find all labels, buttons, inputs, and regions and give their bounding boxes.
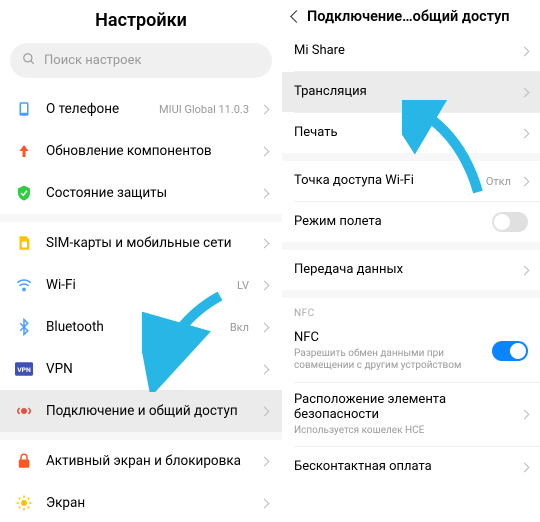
- row-label: О телефоне: [46, 101, 147, 117]
- chevron-right-icon: [260, 238, 270, 248]
- row-label: Bluetooth: [46, 319, 218, 335]
- row-secure-element[interactable]: Расположение элемента безопасности Испол…: [282, 383, 540, 447]
- row-display-lock[interactable]: Активный экран и блокировка: [0, 440, 282, 482]
- lock-icon: [14, 451, 34, 471]
- connection-icon: [14, 401, 34, 421]
- connection-share-panel: Подключение…общий доступ Mi Share Трансл…: [282, 0, 540, 522]
- row-print[interactable]: Печать: [282, 113, 540, 153]
- svg-text:VPN: VPN: [17, 366, 31, 374]
- row-label: Активный экран и блокировка: [46, 453, 249, 469]
- sun-icon: [14, 493, 34, 513]
- row-airplane[interactable]: Режим полета: [282, 202, 540, 242]
- chevron-right-icon: [520, 265, 530, 275]
- row-screen[interactable]: Экран: [0, 482, 282, 522]
- row-wifi[interactable]: Wi-Fi LV: [0, 264, 282, 306]
- row-label: Печать: [294, 125, 511, 141]
- row-sim[interactable]: SIM-карты и мобильные сети: [0, 222, 282, 264]
- chevron-right-icon: [260, 104, 270, 114]
- row-label: Подключение и общий доступ: [46, 403, 249, 419]
- row-label: Обновление компонентов: [46, 143, 249, 159]
- shield-icon: [14, 183, 34, 203]
- row-label: SIM-карты и мобильные сети: [46, 235, 249, 251]
- row-about[interactable]: О телефоне MIUI Global 11.0.3: [0, 88, 282, 130]
- row-label: VPN: [46, 361, 249, 377]
- row-security[interactable]: Состояние защиты: [0, 172, 282, 214]
- row-value: MIUI Global 11.0.3: [159, 103, 249, 116]
- divider: [0, 214, 282, 222]
- chevron-right-icon: [260, 498, 270, 508]
- row-update[interactable]: Обновление компонентов: [0, 130, 282, 172]
- row-subtitle: Разрешить обмен данными при совмещении с…: [294, 348, 482, 373]
- nfc-toggle[interactable]: [492, 341, 528, 361]
- row-label: Передача данных: [294, 262, 511, 278]
- page-title: Настройки: [0, 0, 282, 39]
- chevron-right-icon: [520, 176, 530, 186]
- row-label: Wi-Fi: [46, 277, 225, 293]
- row-label: Режим полета: [294, 214, 482, 230]
- row-subtitle: Используется кошелек HCE: [294, 425, 511, 438]
- divider: [0, 432, 282, 440]
- row-label: Трансляция: [294, 84, 511, 100]
- sub-title: Подключение…общий доступ: [307, 8, 530, 25]
- row-label: Точка доступа Wi-Fi: [294, 173, 476, 189]
- row-bluetooth[interactable]: Bluetooth Вкл: [0, 306, 282, 348]
- divider: [282, 153, 540, 161]
- row-label: Состояние защиты: [46, 185, 249, 201]
- row-label: Экран: [46, 495, 249, 511]
- chevron-right-icon: [260, 364, 270, 374]
- airplane-toggle[interactable]: [492, 212, 528, 232]
- chevron-right-icon: [260, 146, 270, 156]
- row-value: Вкл: [230, 321, 249, 334]
- row-value: Откл: [486, 175, 511, 188]
- chevron-right-icon: [260, 188, 270, 198]
- row-data[interactable]: Передача данных: [282, 250, 540, 290]
- back-icon[interactable]: [290, 10, 303, 23]
- divider: [282, 290, 540, 298]
- update-icon: [14, 141, 34, 161]
- sim-icon: [14, 233, 34, 253]
- row-contactless[interactable]: Бесконтактная оплата: [282, 447, 540, 487]
- search-icon: [22, 51, 36, 70]
- vpn-icon: VPN: [14, 359, 34, 379]
- row-label: Mi Share: [294, 43, 511, 59]
- row-nfc[interactable]: NFC Разрешить обмен данными при совмещен…: [282, 321, 540, 382]
- chevron-right-icon: [520, 128, 530, 138]
- search-placeholder: Поиск настроек: [44, 53, 142, 68]
- row-value: LV: [237, 279, 249, 292]
- chevron-right-icon: [260, 406, 270, 416]
- chevron-right-icon: [520, 462, 530, 472]
- chevron-right-icon: [260, 322, 270, 332]
- search-input[interactable]: Поиск настроек: [10, 43, 272, 78]
- chevron-right-icon: [520, 46, 530, 56]
- row-vpn[interactable]: VPN VPN: [0, 348, 282, 390]
- row-label: NFC: [294, 330, 482, 346]
- row-connection[interactable]: Подключение и общий доступ: [0, 390, 282, 432]
- row-cast[interactable]: Трансляция: [282, 72, 540, 112]
- bluetooth-icon: [14, 317, 34, 337]
- chevron-right-icon: [260, 280, 270, 290]
- row-hotspot[interactable]: Точка доступа Wi-Fi Откл: [282, 161, 540, 201]
- row-mishare[interactable]: Mi Share: [282, 31, 540, 71]
- chevron-right-icon: [520, 409, 530, 419]
- settings-main-panel: Настройки Поиск настроек О телефоне MIUI…: [0, 0, 282, 522]
- chevron-right-icon: [260, 456, 270, 466]
- sub-header: Подключение…общий доступ: [282, 0, 540, 31]
- row-label: Расположение элемента безопасности: [294, 392, 511, 423]
- row-label: Бесконтактная оплата: [294, 459, 511, 475]
- wifi-icon: [14, 275, 34, 295]
- phone-icon: [14, 99, 34, 119]
- nfc-section-label: NFC: [282, 298, 540, 321]
- chevron-right-icon: [520, 87, 530, 97]
- divider: [282, 242, 540, 250]
